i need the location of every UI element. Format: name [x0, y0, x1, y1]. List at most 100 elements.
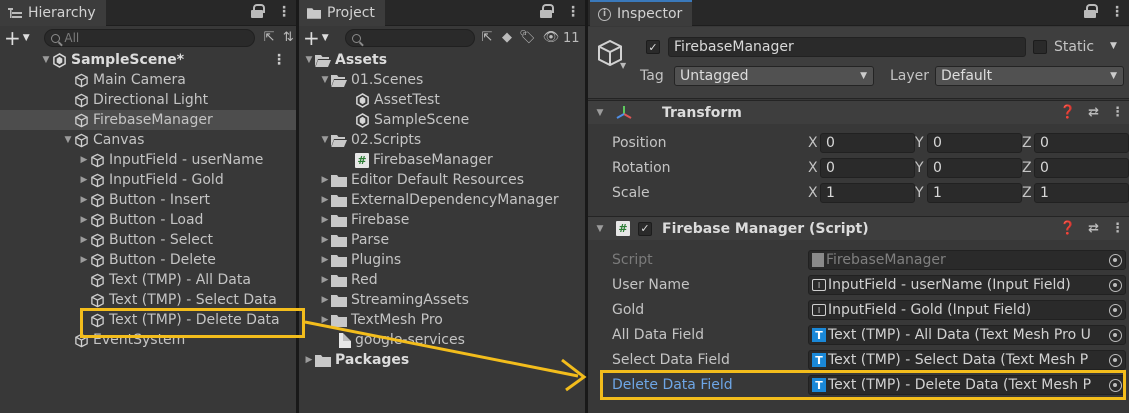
scene-row[interactable]: ▼ SampleScene* ⋮: [0, 50, 296, 70]
axis-z-label[interactable]: Z: [1022, 160, 1034, 176]
presets-icon[interactable]: ⇄: [1088, 105, 1099, 120]
project-item[interactable]: SampleScene: [299, 110, 585, 130]
tab-inspector[interactable]: i Inspector: [590, 0, 693, 26]
project-item[interactable]: # FirebaseManager: [299, 150, 585, 170]
sort-icon[interactable]: ⇅: [281, 30, 296, 46]
axis-z-label[interactable]: Z: [1022, 185, 1034, 201]
static-checkbox[interactable]: [1033, 40, 1047, 54]
axis-x-label[interactable]: X: [808, 160, 820, 176]
hierarchy-item-highlighted[interactable]: Text (TMP) - Delete Data: [0, 310, 296, 330]
script-component-header[interactable]: ▼ # ✓ Firebase Manager (Script) ❓ ⇄ ⋮: [588, 216, 1129, 240]
icon-dropdown-arrow-icon[interactable]: ▼: [620, 61, 626, 70]
collapse-arrow-icon[interactable]: ▶: [78, 235, 90, 245]
lock-icon[interactable]: [251, 4, 265, 18]
create-asset-button[interactable]: + ▼: [303, 26, 341, 50]
project-item[interactable]: ▶ Parse: [299, 230, 585, 250]
expand-arrow-icon[interactable]: ▼: [62, 135, 74, 145]
expand-arrow-icon[interactable]: ▼: [40, 55, 52, 65]
hierarchy-item[interactable]: ▶ Button - Load: [0, 210, 296, 230]
project-item[interactable]: ▶ TextMesh Pro: [299, 310, 585, 330]
tab-project[interactable]: Project: [299, 0, 385, 26]
hierarchy-item[interactable]: ▶ InputField - userName: [0, 150, 296, 170]
layer-dropdown[interactable]: Default: [935, 66, 1124, 86]
object-picker-icon[interactable]: [1109, 329, 1122, 342]
more-options-icon[interactable]: ⋮: [1110, 4, 1124, 20]
project-search-input[interactable]: [345, 29, 475, 47]
project-item[interactable]: ▶ Red: [299, 270, 585, 290]
scale-y-field[interactable]: 1: [927, 183, 1022, 203]
project-item[interactable]: ▼ 02.Scripts: [299, 130, 585, 150]
collapse-arrow-icon[interactable]: ▶: [319, 235, 331, 245]
select-data-object-field[interactable]: T Text (TMP) - Select Data (Text Mesh P: [808, 350, 1126, 370]
hierarchy-item[interactable]: Text (TMP) - Select Data: [0, 290, 296, 310]
scale-x-field[interactable]: 1: [820, 183, 915, 203]
object-picker-icon[interactable]: [1109, 354, 1122, 367]
object-picker-icon[interactable]: [1109, 304, 1122, 317]
collapse-arrow-icon[interactable]: ▶: [303, 355, 315, 365]
object-picker-icon[interactable]: [1109, 379, 1122, 392]
position-x-field[interactable]: 0: [820, 133, 915, 153]
component-menu-icon[interactable]: ⋮: [1111, 105, 1124, 120]
project-item[interactable]: ▶ Packages: [299, 350, 585, 370]
collapse-arrow-icon[interactable]: ▶: [319, 295, 331, 305]
project-item[interactable]: ▶ Editor Default Resources: [299, 170, 585, 190]
axis-x-label[interactable]: X: [808, 135, 820, 151]
rotation-x-field[interactable]: 0: [820, 158, 915, 178]
collapse-arrow-icon[interactable]: ▶: [78, 195, 90, 205]
help-icon[interactable]: ❓: [1060, 105, 1076, 120]
collapse-arrow-icon[interactable]: ▶: [319, 255, 331, 265]
project-item[interactable]: google-services: [299, 330, 585, 350]
hierarchy-item[interactable]: ▼ Canvas: [0, 130, 296, 150]
search-scene-icon[interactable]: ⇱: [261, 30, 276, 46]
hierarchy-search-input[interactable]: All: [44, 29, 256, 47]
user-name-object-field[interactable]: I InputField - userName (Input Field): [808, 275, 1126, 295]
axis-y-label[interactable]: Y: [915, 185, 927, 201]
project-item[interactable]: ▶ Plugins: [299, 250, 585, 270]
all-data-object-field[interactable]: T Text (TMP) - All Data (Text Mesh Pro U: [808, 325, 1126, 345]
collapse-arrow-icon[interactable]: ▶: [319, 275, 331, 285]
collapse-arrow-icon[interactable]: ▶: [78, 215, 90, 225]
hierarchy-item[interactable]: ▶ Button - Delete: [0, 250, 296, 270]
hierarchy-item[interactable]: Text (TMP) - All Data: [0, 270, 296, 290]
expand-arrow-icon[interactable]: ▼: [319, 135, 331, 145]
tab-hierarchy[interactable]: Hierarchy: [0, 0, 106, 26]
project-item[interactable]: ▼ Assets: [299, 50, 585, 70]
collapse-arrow-icon[interactable]: ▶: [78, 255, 90, 265]
lock-icon[interactable]: [1084, 4, 1098, 18]
axis-z-label[interactable]: Z: [1022, 135, 1034, 151]
component-menu-icon[interactable]: ⋮: [1111, 221, 1124, 236]
tag-dropdown[interactable]: Untagged: [674, 66, 874, 86]
hierarchy-item[interactable]: ▶ InputField - Gold: [0, 170, 296, 190]
axis-x-label[interactable]: X: [808, 185, 820, 201]
hierarchy-item[interactable]: Main Camera: [0, 70, 296, 90]
transform-header[interactable]: ▼ Transform ❓ ⇄ ⋮: [588, 100, 1129, 124]
filter-by-label-icon[interactable]: 🏷: [519, 30, 536, 46]
axis-y-label[interactable]: Y: [915, 135, 927, 151]
object-name-field[interactable]: FirebaseManager: [668, 37, 1026, 57]
position-z-field[interactable]: 0: [1034, 133, 1129, 153]
hierarchy-item[interactable]: ▶ Button - Select: [0, 230, 296, 250]
expand-arrow-icon[interactable]: ▼: [319, 75, 331, 85]
collapse-arrow-icon[interactable]: ▶: [319, 315, 331, 325]
filter-by-type-icon[interactable]: ◆: [499, 30, 515, 46]
collapse-arrow-icon[interactable]: ▶: [319, 215, 331, 225]
create-button[interactable]: + ▼: [4, 26, 40, 50]
project-item[interactable]: ▶ ExternalDependencyManager: [299, 190, 585, 210]
project-item[interactable]: AssetTest: [299, 90, 585, 110]
object-picker-icon[interactable]: [1109, 279, 1122, 292]
search-scene-icon[interactable]: ⇱: [479, 30, 495, 46]
delete-data-object-field[interactable]: T Text (TMP) - Delete Data (Text Mesh P: [808, 375, 1126, 395]
more-options-icon[interactable]: ⋮: [277, 4, 291, 20]
rotation-z-field[interactable]: 0: [1034, 158, 1129, 178]
collapse-arrow-icon[interactable]: ▶: [319, 195, 331, 205]
presets-icon[interactable]: ⇄: [1088, 221, 1099, 236]
active-checkbox[interactable]: ✓: [646, 40, 660, 54]
project-item[interactable]: ▶ StreamingAssets: [299, 290, 585, 310]
collapse-arrow-icon[interactable]: ▶: [78, 155, 90, 165]
scene-menu-icon[interactable]: ⋮: [272, 52, 286, 68]
collapse-arrow-icon[interactable]: ▶: [319, 175, 331, 185]
lock-icon[interactable]: [540, 4, 554, 18]
hidden-packages-icon[interactable]: 👁: [539, 30, 563, 46]
axis-y-label[interactable]: Y: [915, 160, 927, 176]
expand-arrow-icon[interactable]: ▼: [594, 224, 606, 234]
